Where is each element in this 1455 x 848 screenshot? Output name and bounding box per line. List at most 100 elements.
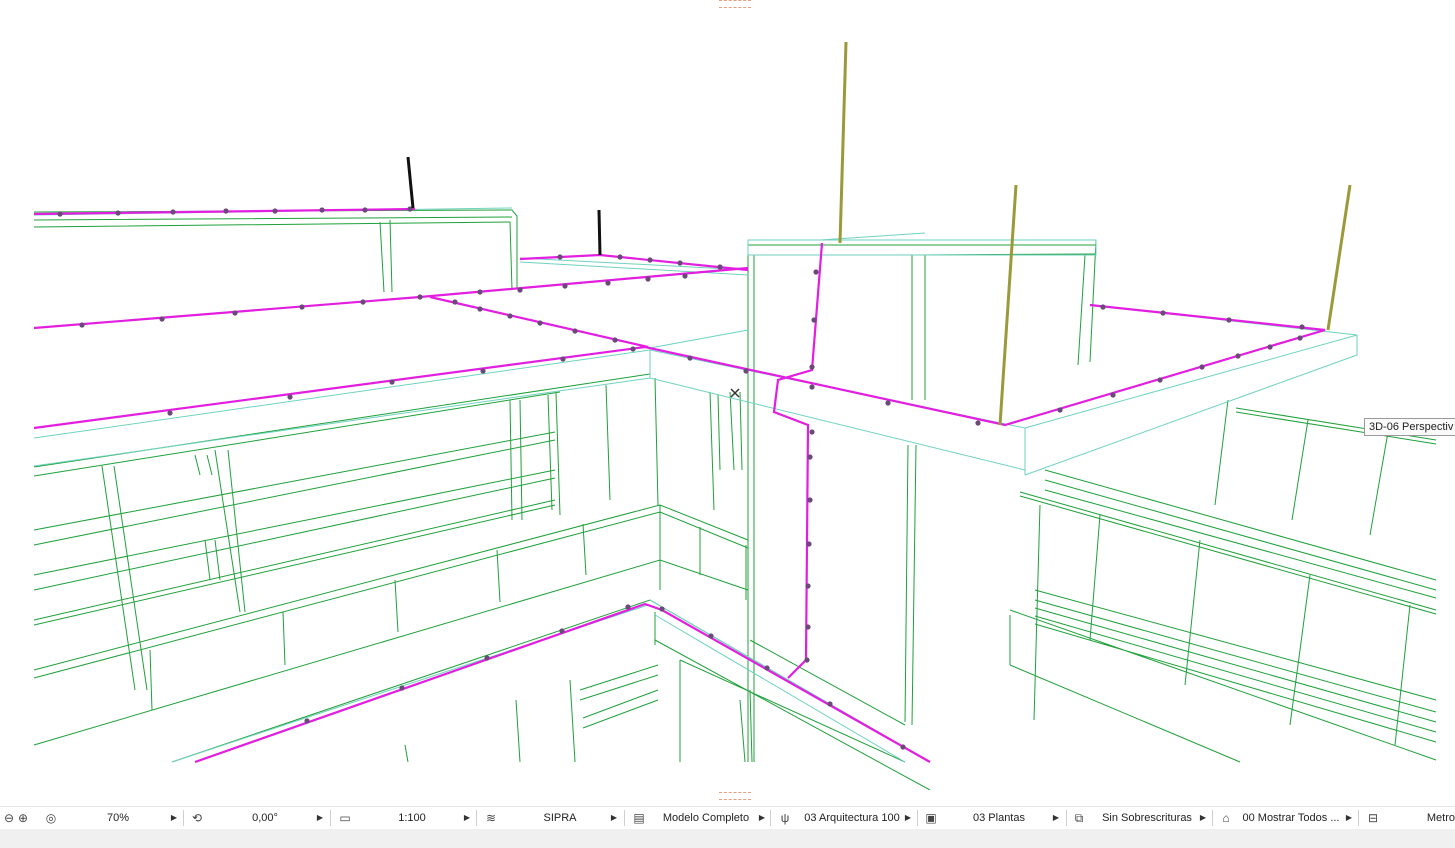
pipe-node — [647, 257, 653, 263]
pipe-node — [417, 294, 423, 300]
pipe-node — [572, 328, 578, 334]
pen-set-icon[interactable]: ψ — [776, 807, 794, 829]
zoom-arrow-icon[interactable]: ▶ — [170, 807, 178, 829]
pipe-node — [79, 322, 85, 328]
air-terminal-rods — [406, 41, 1352, 426]
pipe-node — [477, 306, 483, 312]
pipe-node — [560, 356, 566, 362]
pipe-node — [1235, 353, 1241, 359]
3d-viewport[interactable]: 3D-06 Perspectiv — [0, 0, 1455, 800]
window-bottom-strip — [0, 829, 1455, 848]
pipe-node — [1100, 304, 1106, 310]
rotation-value[interactable]: 0,00° — [210, 807, 320, 829]
3d-model-drawing[interactable] — [0, 0, 1455, 790]
model-wireframe — [33, 209, 1437, 790]
pipe-node — [804, 657, 810, 663]
pipe-node — [232, 310, 238, 316]
pipe-node — [645, 276, 651, 282]
pipe-node — [484, 655, 490, 661]
model-view-combo[interactable]: 03 Plantas — [944, 807, 1054, 829]
pipe-node — [811, 317, 817, 323]
pipe-node — [167, 410, 173, 416]
pipe-node — [477, 289, 483, 295]
pipe-node — [806, 541, 812, 547]
overrides-arrow-icon[interactable]: ▶ — [1199, 807, 1207, 829]
pipe-node — [900, 744, 906, 750]
pipe-node — [517, 287, 523, 293]
status-bar: ⊖ ⊕ ◎ 70% ▶ ⟲ 0,00° ▶ ▭ 1:100 ▶ ≋ SIPRA … — [0, 806, 1455, 830]
pipe-node — [682, 273, 688, 279]
pipe-node — [807, 454, 813, 460]
renovation-filter[interactable]: 00 Mostrar Todos ... — [1238, 807, 1344, 829]
pipe-node — [562, 283, 568, 289]
pipe-nodes — [57, 206, 1305, 750]
pipe-node — [1299, 324, 1305, 330]
pipe-node — [557, 254, 563, 260]
zoom-level[interactable]: 70% — [70, 807, 166, 829]
pipe-node — [480, 368, 486, 374]
pipe-node — [659, 606, 665, 612]
overrides-icon[interactable]: ⧉ — [1070, 807, 1088, 829]
pipe-node — [360, 299, 366, 305]
pipe-node — [170, 209, 176, 215]
graphic-overrides[interactable]: Sin Sobrescrituras — [1092, 807, 1202, 829]
scale-arrow-icon[interactable]: ▶ — [463, 807, 471, 829]
pipe-node — [537, 320, 543, 326]
dimension-standard[interactable]: Metro — [1400, 807, 1455, 829]
pipe-node — [452, 299, 458, 305]
layer-combination[interactable]: SIPRA — [504, 807, 616, 829]
pipe-node — [1057, 407, 1063, 413]
zoom-fit-icon[interactable]: ◎ — [42, 807, 60, 829]
dimensions-icon[interactable]: ⊟ — [1364, 807, 1382, 829]
scale-value[interactable]: 1:100 — [360, 807, 464, 829]
pipe-node — [1110, 392, 1116, 398]
mvo-arrow-icon[interactable]: ▶ — [1052, 807, 1060, 829]
pipe-node — [630, 346, 636, 352]
pipe-node — [743, 368, 749, 374]
pipe-node — [885, 400, 891, 406]
pipe-node — [617, 254, 623, 260]
pipe-node — [507, 313, 513, 319]
pen-set[interactable]: 03 Arquitectura 100 — [798, 807, 906, 829]
layers-icon[interactable]: ≋ — [482, 807, 500, 829]
pipe-node — [717, 264, 723, 270]
pipe-node — [362, 207, 368, 213]
pipe-node — [677, 260, 683, 266]
model-view-icon[interactable]: ▤ — [630, 807, 648, 829]
pipe-node — [827, 701, 833, 707]
pipe-node — [807, 497, 813, 503]
pipe-node — [399, 685, 405, 691]
pipe-node — [809, 364, 815, 370]
pipe-node — [57, 211, 63, 217]
pipe-node — [625, 604, 631, 610]
pen-set-arrow-icon[interactable]: ▶ — [904, 807, 912, 829]
model-view-arrow-icon[interactable]: ▶ — [758, 807, 766, 829]
pipe-node — [612, 337, 618, 343]
pipe-node — [1297, 335, 1303, 341]
layers-arrow-icon[interactable]: ▶ — [610, 807, 618, 829]
zoom-in-icon[interactable]: ⊕ — [14, 807, 32, 829]
rotate-icon[interactable]: ⟲ — [188, 807, 206, 829]
pipe-node — [708, 633, 714, 639]
pipe-node — [805, 624, 811, 630]
pipe-node — [975, 420, 981, 426]
renovation-icon[interactable]: ⌂ — [1217, 807, 1235, 829]
pipe-node — [559, 628, 565, 634]
pipe-node — [1267, 344, 1273, 350]
model-view-options[interactable]: Modelo Completo — [652, 807, 760, 829]
pipe-node — [115, 210, 121, 216]
pipe-node — [159, 316, 165, 322]
pipe-node — [764, 665, 770, 671]
pipe-node — [1199, 364, 1205, 370]
rotation-arrow-icon[interactable]: ▶ — [316, 807, 324, 829]
pipe-node — [272, 208, 278, 214]
scale-icon[interactable]: ▭ — [336, 807, 354, 829]
bottom-resize-grip[interactable] — [719, 792, 751, 800]
pipe-node — [687, 355, 693, 361]
view-tag: 3D-06 Perspectiv — [1364, 418, 1455, 436]
renovation-arrow-icon[interactable]: ▶ — [1345, 807, 1353, 829]
mvo-icon[interactable]: ▣ — [922, 807, 940, 829]
pipe-node — [1226, 317, 1232, 323]
pipe-node — [389, 379, 395, 385]
pipe-node — [299, 304, 305, 310]
